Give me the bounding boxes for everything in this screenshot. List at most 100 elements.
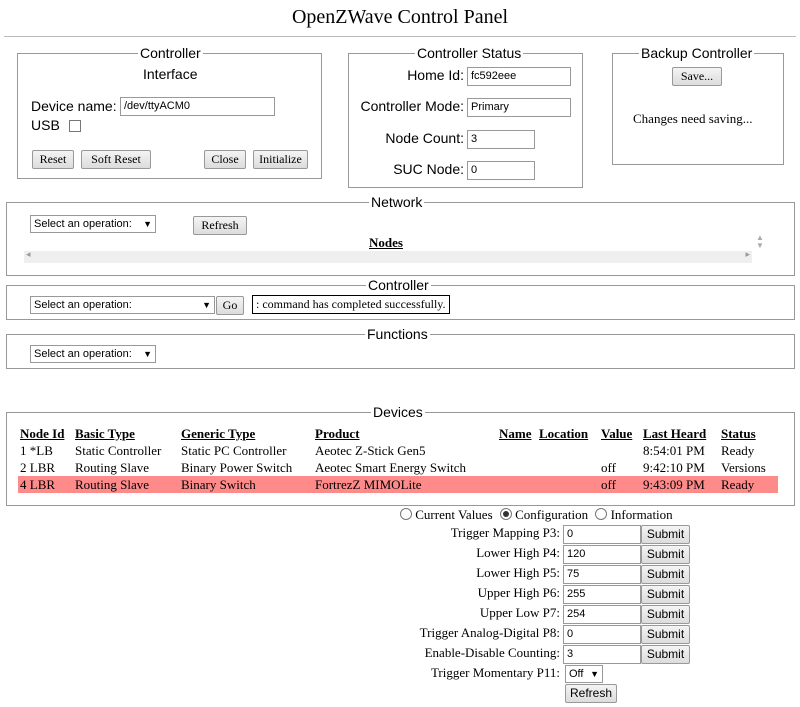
devices-table-header: Node Id Basic Type Generic Type Product … (18, 425, 778, 442)
controller-mode-label: Controller Mode: (360, 98, 465, 114)
trigger-momentary-select[interactable]: Off ▼ (565, 665, 603, 683)
radio-configuration[interactable] (499, 508, 512, 520)
backup-legend: Backup Controller (641, 45, 753, 61)
cell-name (497, 476, 537, 493)
param-label: Upper High P6: (477, 585, 560, 600)
param-label: Enable-Disable Counting: (424, 645, 560, 660)
usb-checkbox[interactable] (69, 120, 81, 132)
param-label: Lower High P5: (476, 565, 560, 580)
cell-generic-type: Binary Power Switch (181, 459, 293, 475)
function-operation-value: Select an operation: (34, 348, 132, 360)
nodes-vertical-scrollbar[interactable]: ▲ ▼ (754, 234, 766, 252)
param-input[interactable]: 0 (563, 625, 641, 644)
home-id-label: Home Id: (407, 67, 464, 83)
scroll-right-icon[interactable]: ▸ (745, 249, 750, 260)
table-row-selected[interactable]: 4 LBR Routing Slave Binary Switch Fortre… (18, 476, 778, 493)
chevron-down-icon: ▼ (143, 219, 152, 229)
interface-label: Interface (143, 66, 198, 82)
col-last-heard[interactable]: Last Heard (641, 425, 719, 442)
suc-node-field[interactable]: 0 (467, 161, 535, 180)
cell-node-id: 2 LBR (20, 459, 56, 475)
cell-basic-type: Routing Slave (75, 459, 150, 475)
cell-name (497, 442, 537, 459)
cell-location (537, 442, 599, 459)
reset-button[interactable]: Reset (32, 150, 74, 169)
cell-location (537, 459, 599, 476)
network-operation-select[interactable]: Select an operation: ▼ (30, 215, 156, 233)
param-input[interactable]: 3 (563, 645, 641, 664)
submit-button[interactable]: Submit (641, 645, 690, 664)
node-count-field[interactable]: 3 (467, 130, 535, 149)
cell-generic-type: Static PC Controller (181, 442, 287, 458)
changes-need-saving-text: Changes need saving... (633, 111, 753, 126)
nodes-heading: Nodes (369, 235, 403, 250)
cell-node-id: 1 *LB (20, 442, 53, 458)
chevron-down-icon: ▼ (202, 300, 211, 310)
col-value[interactable]: Value (599, 425, 641, 442)
home-id-field[interactable]: fc592eee (467, 67, 571, 86)
cell-last-heard: 9:42:10 PM (643, 459, 705, 475)
controller-operation-value: Select an operation: (34, 299, 132, 311)
param-input[interactable]: 254 (563, 605, 641, 624)
param-input[interactable]: 120 (563, 545, 641, 564)
col-name[interactable]: Name (497, 425, 537, 442)
cell-name (497, 459, 537, 476)
cell-location (537, 476, 599, 493)
backup-controller-panel: Backup Controller (612, 45, 784, 165)
cell-product: FortrezZ MIMOLite (313, 476, 497, 493)
controller-operation-select[interactable]: Select an operation: ▼ (30, 296, 215, 314)
controller-legend: Controller (140, 45, 201, 61)
col-status[interactable]: Status (719, 425, 778, 442)
suc-node-label: SUC Node: (393, 161, 464, 177)
table-row[interactable]: 1 *LB Static Controller Static PC Contro… (18, 442, 778, 459)
title-divider (4, 36, 796, 37)
scroll-left-icon[interactable]: ◂ (26, 249, 31, 260)
cell-last-heard: 8:54:01 PM (643, 442, 705, 458)
submit-button[interactable]: Submit (641, 565, 690, 584)
device-name-input[interactable]: /dev/ttyACM0 (120, 97, 275, 116)
submit-button[interactable]: Submit (641, 545, 690, 564)
soft-reset-button[interactable]: Soft Reset (81, 150, 151, 169)
param-input[interactable]: 0 (563, 525, 641, 544)
cell-basic-type: Routing Slave (73, 476, 179, 493)
initialize-button[interactable]: Initialize (253, 150, 308, 169)
page-title: OpenZWave Control Panel (291, 6, 509, 28)
submit-button[interactable]: Submit (641, 625, 690, 644)
col-product[interactable]: Product (313, 425, 497, 442)
nodes-horizontal-scrollbar[interactable]: ◂ ▸ (24, 249, 752, 263)
function-operation-select[interactable]: Select an operation: ▼ (30, 345, 156, 363)
save-button[interactable]: Save... (672, 67, 722, 86)
usb-label: USB (31, 117, 60, 133)
cell-status: Ready (721, 442, 755, 458)
col-generic-type[interactable]: Generic Type (179, 425, 313, 442)
cell-value: off (599, 476, 641, 493)
col-node-id[interactable]: Node Id (18, 425, 73, 442)
param-label: Trigger Analog-Digital P8: (419, 625, 560, 640)
trigger-momentary-value: Off (569, 668, 584, 680)
go-button[interactable]: Go (216, 296, 244, 315)
param-label: Trigger Mapping P3: (450, 525, 560, 540)
chevron-down-icon: ▼ (590, 669, 599, 679)
cell-value: off (601, 459, 616, 475)
cell-node-id: 4 LBR (18, 476, 73, 493)
col-basic-type[interactable]: Basic Type (73, 425, 179, 442)
cell-product: Aeotec Smart Energy Switch (315, 459, 467, 475)
table-row[interactable]: 2 LBR Routing Slave Binary Power Switch … (18, 459, 778, 476)
submit-button[interactable]: Submit (641, 605, 690, 624)
view-mode-radios: Current Values Configuration Information (400, 507, 673, 523)
cell-status: Versions (721, 459, 766, 475)
close-button[interactable]: Close (204, 150, 246, 169)
config-refresh-button[interactable]: Refresh (565, 684, 617, 703)
param-input[interactable]: 75 (563, 565, 641, 584)
radio-information[interactable] (595, 508, 608, 520)
submit-button[interactable]: Submit (641, 585, 690, 604)
param-input[interactable]: 255 (563, 585, 641, 604)
param-label: Upper Low P7: (479, 605, 560, 620)
submit-button[interactable]: Submit (641, 525, 690, 544)
radio-current-values[interactable] (400, 508, 412, 520)
cell-value (599, 442, 641, 459)
network-refresh-button[interactable]: Refresh (193, 216, 247, 235)
network-operation-value: Select an operation: (34, 218, 132, 230)
controller-mode-field[interactable]: Primary (467, 98, 571, 117)
col-location[interactable]: Location (537, 425, 599, 442)
